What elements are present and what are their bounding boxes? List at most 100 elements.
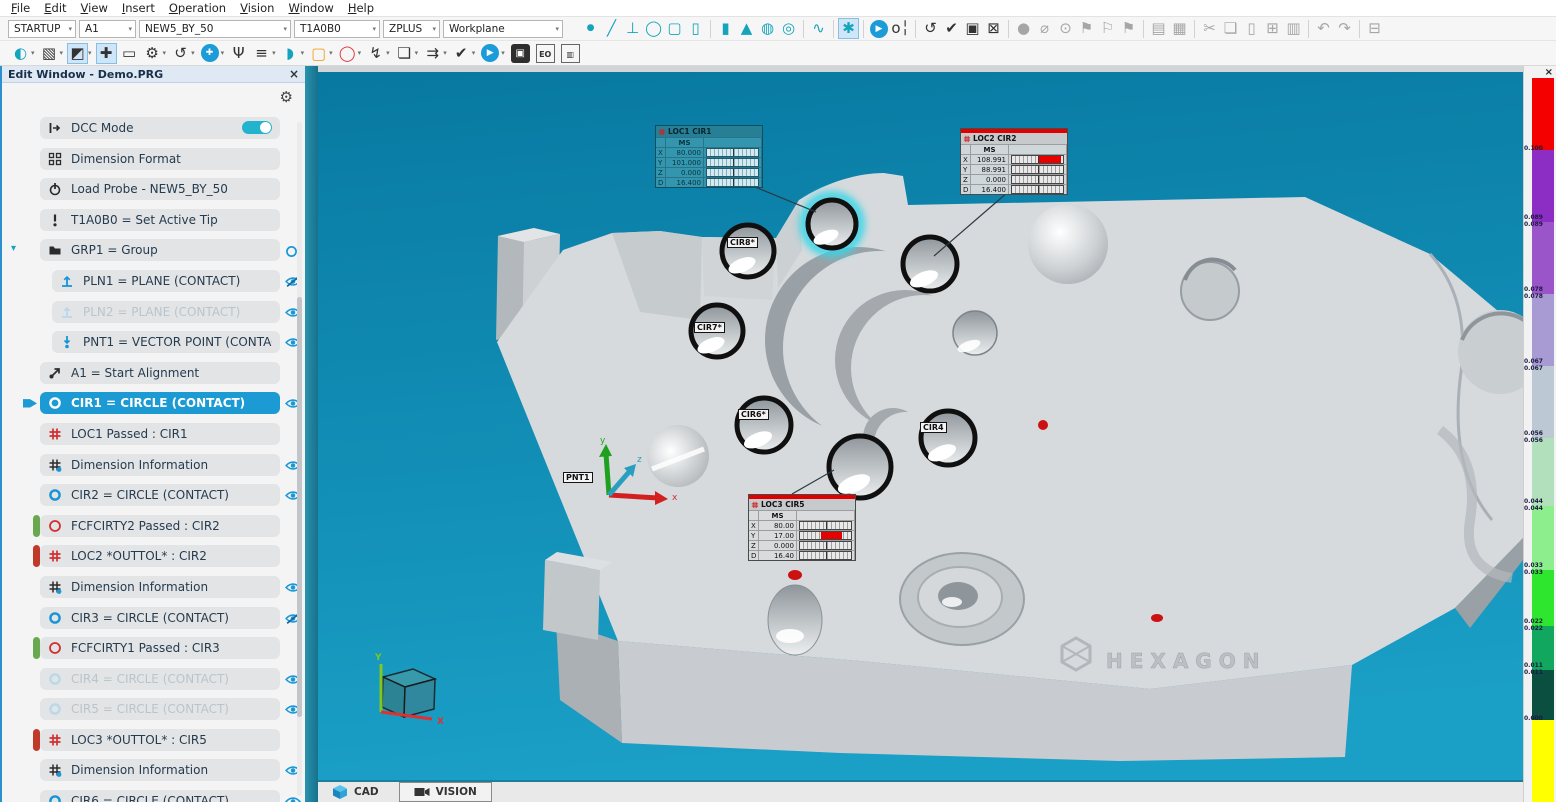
plane-icon[interactable]: ⊥ — [622, 18, 643, 39]
stats-chart-icon[interactable]: ▥ — [561, 44, 580, 63]
rotate-view-icon[interactable]: ↺ — [170, 43, 191, 64]
report-icon[interactable]: ▤ — [1148, 18, 1169, 39]
menu-view[interactable]: View — [74, 1, 115, 15]
program-item-fcfcirty1-passed-cir3[interactable]: FCFCIRTY1 Passed : CIR3 — [40, 637, 280, 659]
edit-window-titlebar[interactable]: Edit Window - Demo.PRG × — [2, 66, 305, 83]
program-item-cir5-circle-contact[interactable]: CIR5 = CIRCLE (CONTACT) — [40, 698, 280, 720]
chevron-down-icon[interactable]: ▾ — [415, 49, 419, 57]
program-item-dcc-mode[interactable]: DCC Mode — [40, 117, 280, 139]
close-icon[interactable]: × — [289, 68, 299, 80]
pan-icon[interactable]: ✚ — [96, 43, 117, 64]
menu-vision[interactable]: Vision — [233, 1, 281, 15]
dropdown-a1[interactable]: A1▾ — [79, 20, 136, 38]
dropdown-zplus[interactable]: ZPLUS▾ — [383, 20, 440, 38]
dropdown-t1a0b0[interactable]: T1A0B0▾ — [294, 20, 380, 38]
probe-icon[interactable]: Ψ — [228, 43, 249, 64]
slot-icon[interactable]: ▢ — [664, 18, 685, 39]
settings-gears-icon[interactable]: ⚙ — [142, 43, 163, 64]
path-lines-icon[interactable]: ⇉ — [422, 43, 443, 64]
report-grid-icon[interactable]: ▦ — [1169, 18, 1190, 39]
feature-label-cir8[interactable]: CIR8* — [727, 237, 758, 248]
doc-check-icon[interactable]: ▣ — [962, 18, 983, 39]
chevron-down-icon[interactable]: ▾ — [60, 49, 64, 57]
comment-icon[interactable]: ▭ — [119, 43, 140, 64]
menu-edit[interactable]: Edit — [37, 1, 73, 15]
chevron-down-icon[interactable]: ▾ — [163, 49, 167, 57]
circle-icon[interactable]: ◯ — [643, 18, 664, 39]
program-item-dimension-information[interactable]: Dimension Information — [40, 576, 280, 598]
view-orientation-icon[interactable]: ◐ — [10, 43, 31, 64]
dropdown-startup[interactable]: STARTUP▾ — [8, 20, 76, 38]
measure-check-icon[interactable]: ✔ — [451, 43, 472, 64]
paste-icon[interactable]: ▯ — [1241, 18, 1262, 39]
scan-icon[interactable]: ↯ — [365, 43, 386, 64]
report-eo-icon[interactable]: EO — [536, 44, 555, 63]
cone-icon[interactable]: ▲ — [736, 18, 757, 39]
feature-label-cir6[interactable]: CIR6* — [738, 409, 769, 420]
chevron-down-icon[interactable]: ▾ — [272, 49, 276, 57]
bookmark-slash-icon[interactable]: ⚑ — [1118, 18, 1139, 39]
callout-loc2-cir2[interactable]: LOC2 CIR2MSX108.991Y88.991Z0.000D16.400 — [960, 128, 1068, 195]
cut-icon[interactable]: ✂ — [1199, 18, 1220, 39]
torus-icon[interactable]: ◎ — [778, 18, 799, 39]
chevron-down-icon[interactable]: ▾ — [501, 49, 505, 57]
rect-icon[interactable]: ▯ — [685, 18, 706, 39]
chevron-down-icon[interactable]: ▾ — [386, 49, 390, 57]
menu-insert[interactable]: Insert — [115, 1, 162, 15]
menu-window[interactable]: Window — [281, 1, 340, 15]
program-item-cir3-circle-contact[interactable]: CIR3 = CIRCLE (CONTACT) — [40, 607, 280, 629]
menu-help[interactable]: Help — [341, 1, 381, 15]
iso-view-icon[interactable]: ◩ — [67, 43, 88, 64]
redo-icon[interactable]: ↷ — [1334, 18, 1355, 39]
program-item-grp1-group[interactable]: GRP1 = Group — [40, 239, 280, 261]
paste-special-icon[interactable]: ⊞ — [1262, 18, 1283, 39]
point-icon[interactable]: ● — [580, 18, 601, 39]
program-item-loc1-passed-cir1[interactable]: LOC1 Passed : CIR1 — [40, 423, 280, 445]
program-item-cir6-circle-contact[interactable]: CIR6 = CIRCLE (CONTACT) — [40, 790, 280, 802]
gage-circle-icon[interactable]: ◯ — [337, 43, 358, 64]
bookmark-icon[interactable]: ⚑ — [1076, 18, 1097, 39]
program-item-pln2-plane-contact[interactable]: PLN2 = PLANE (CONTACT) — [52, 301, 280, 323]
program-item-dimension-information[interactable]: Dimension Information — [40, 454, 280, 476]
doc-cancel-icon[interactable]: ⊠ — [983, 18, 1004, 39]
program-item-loc3-outtol-cir5[interactable]: LOC3 *OUTTOL* : CIR5 — [40, 729, 280, 751]
gear-icon[interactable]: ⚙ — [280, 88, 293, 106]
undo-icon[interactable]: ↶ — [1313, 18, 1334, 39]
copy-icon[interactable]: ❏ — [1220, 18, 1241, 39]
chevron-down-icon[interactable]: ▾ — [329, 49, 333, 57]
print-icon[interactable]: ⊟ — [1364, 18, 1385, 39]
program-item-a1-start-alignment[interactable]: A1 = Start Alignment — [40, 362, 280, 384]
tab-cad[interactable]: CAD — [318, 782, 393, 802]
check-icon[interactable]: ✔ — [941, 18, 962, 39]
program-item-dimension-format[interactable]: Dimension Format — [40, 148, 280, 170]
clipboard-grid-icon[interactable]: ▥ — [1283, 18, 1304, 39]
program-item-pnt1-vector-point-contac[interactable]: PNT1 = VECTOR POINT (CONTAC — [52, 331, 280, 353]
sphere-icon[interactable]: ◍ — [757, 18, 778, 39]
panel-splitter[interactable] — [305, 66, 318, 802]
tab-vision[interactable]: VISION — [399, 782, 492, 802]
chevron-down-icon[interactable]: ▾ — [191, 49, 195, 57]
menu-operation[interactable]: Operation — [162, 1, 233, 15]
goto-icon[interactable]: ⊙ — [1055, 18, 1076, 39]
menu-file[interactable]: File — [4, 1, 37, 15]
program-item-cir1-circle-contact[interactable]: CIR1 = CIRCLE (CONTACT) — [40, 392, 280, 414]
execute-feature-icon[interactable]: o╎ — [890, 18, 911, 39]
program-item-loc2-outtol-cir2[interactable]: LOC2 *OUTTOL* : CIR2 — [40, 545, 280, 567]
program-item-pln1-plane-contact[interactable]: PLN1 = PLANE (CONTACT) — [52, 270, 280, 292]
line-icon[interactable]: ╱ — [601, 18, 622, 39]
callout-loc3-cir5[interactable]: LOC3 CIR5MSX80.00Y17.00Z0.000D16.40 — [748, 494, 856, 561]
chevron-down-icon[interactable]: ▾ — [221, 49, 225, 57]
program-item-cir2-circle-contact[interactable]: CIR2 = CIRCLE (CONTACT) — [40, 484, 280, 506]
dropdown-workplane[interactable]: Workplane▾ — [443, 20, 563, 38]
panel-scrollbar-thumb[interactable] — [297, 297, 302, 717]
stop-slash-icon[interactable]: ⌀ — [1034, 18, 1055, 39]
bookmark-pin-icon[interactable]: ⚐ — [1097, 18, 1118, 39]
curve-icon[interactable]: ∿ — [808, 18, 829, 39]
play-icon[interactable]: ▶ — [481, 44, 499, 62]
cylinder-icon[interactable]: ▮ — [715, 18, 736, 39]
eye-icon[interactable] — [285, 796, 301, 802]
camera-capture-icon[interactable]: ▣ — [511, 44, 530, 63]
callout-loc1-cir1[interactable]: LOC1 CIR1MSX80.000Y101.000Z0.000D16.400 — [655, 125, 763, 188]
feature-label-pnt1[interactable]: PNT1 — [563, 472, 593, 483]
copy-pattern-icon[interactable]: ❏ — [394, 43, 415, 64]
